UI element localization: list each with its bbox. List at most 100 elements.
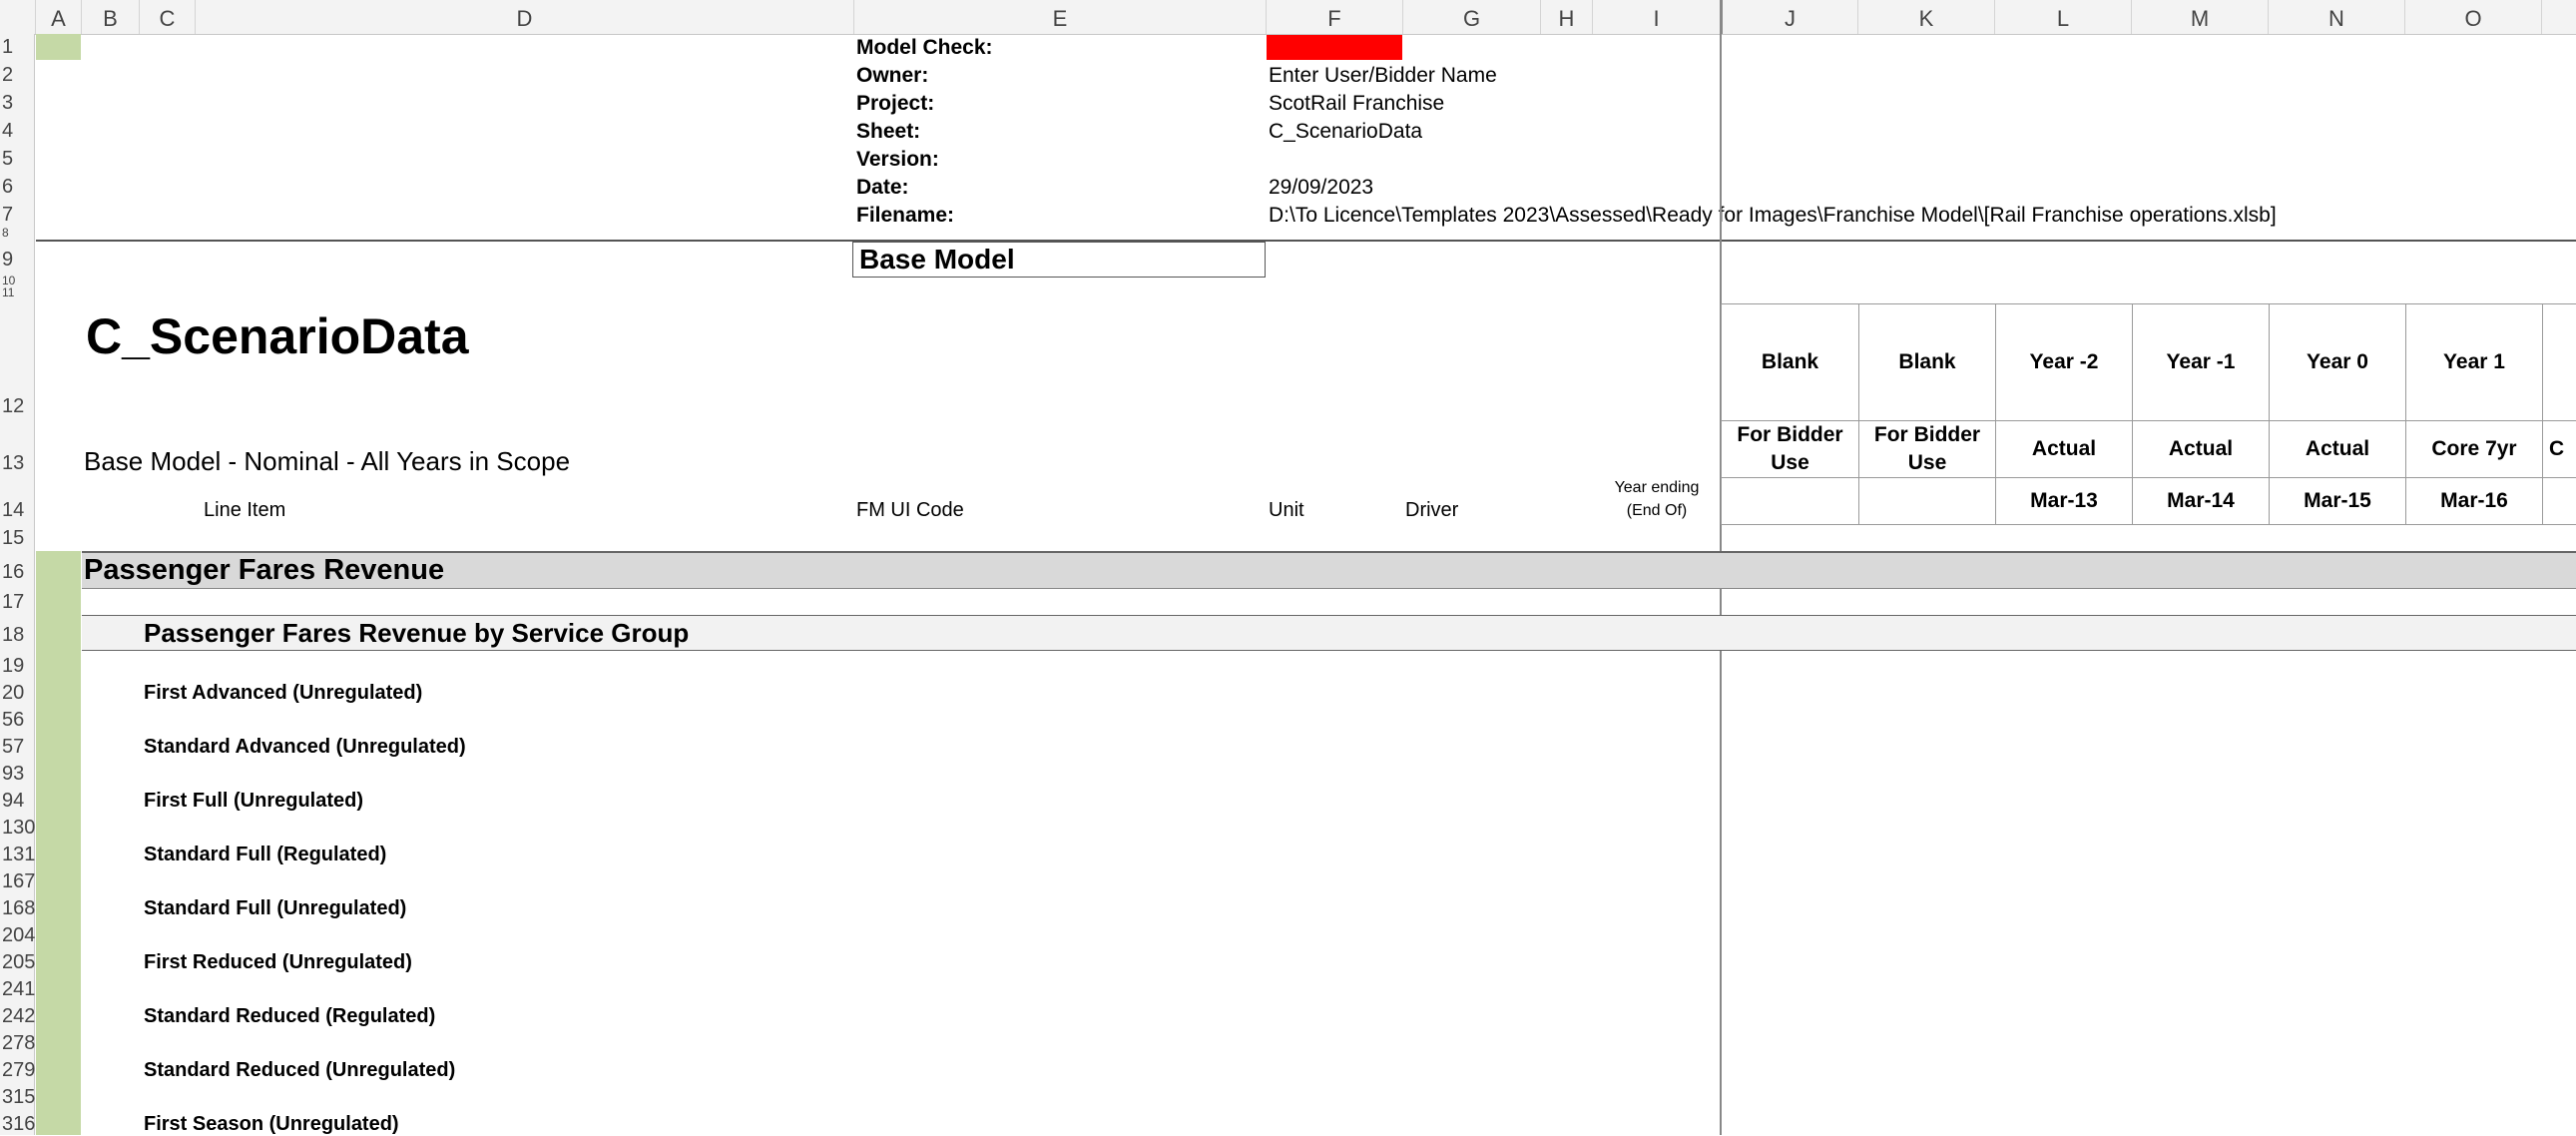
year-col-5-mid[interactable]: Actual [2269, 420, 2406, 478]
column-header-l[interactable]: L [1995, 0, 2132, 34]
sheet-subtitle: Base Model - Nominal - All Years in Scop… [84, 446, 571, 476]
year-col-6-mid[interactable]: Core 7yr [2405, 420, 2543, 478]
year-col-3-mid[interactable]: Actual [1995, 420, 2133, 478]
line-item[interactable]: Standard Reduced (Unregulated) [144, 1059, 455, 1082]
row-marker-column[interactable] [36, 551, 81, 1135]
row-number[interactable]: 19 [0, 655, 34, 678]
sheet-value[interactable]: C_ScenarioData [1269, 120, 1422, 144]
column-header-j[interactable]: J [1721, 0, 1858, 34]
year-col-6-bottom[interactable]: Mar-16 [2405, 477, 2543, 525]
year-col-4-bottom[interactable]: Mar-14 [2132, 477, 2270, 525]
section-band[interactable] [82, 551, 2576, 589]
header-divider [36, 240, 2576, 242]
year-col-5-bottom[interactable]: Mar-15 [2269, 477, 2406, 525]
year-col-7-top[interactable] [2542, 303, 2576, 421]
column-header-m[interactable]: M [2132, 0, 2269, 34]
row-number[interactable]: 278 [0, 1032, 35, 1055]
year-col-2-top[interactable]: Blank [1858, 303, 1996, 421]
column-header-g[interactable]: G [1403, 0, 1541, 34]
row-number[interactable]: 5 [0, 148, 34, 171]
year-col-1-top[interactable]: Blank [1721, 303, 1859, 421]
row-number[interactable]: 18 [0, 624, 34, 647]
row-number[interactable]: 13 [0, 452, 34, 475]
row-number[interactable]: 15 [0, 527, 34, 550]
year-col-5-top[interactable]: Year 0 [2269, 303, 2406, 421]
column-header-b[interactable]: B [82, 0, 140, 34]
version-label: Version: [856, 148, 939, 171]
base-model-box[interactable]: Base Model [852, 242, 1266, 278]
year-ending-header: Year ending [1614, 479, 1700, 496]
line-item[interactable]: Standard Full (Regulated) [144, 844, 386, 866]
line-item[interactable]: Standard Reduced (Regulated) [144, 1005, 435, 1028]
row-number[interactable]: 11 [0, 285, 34, 299]
year-col-7-mid[interactable]: C [2542, 420, 2576, 478]
row-number[interactable]: 7 [0, 204, 34, 227]
year-col-3-top[interactable]: Year -2 [1995, 303, 2133, 421]
row-number[interactable]: 9 [0, 249, 34, 272]
row-number[interactable]: 204 [0, 924, 35, 947]
year-col-1-bottom[interactable] [1721, 477, 1859, 525]
column-header-k[interactable]: K [1858, 0, 1995, 34]
column-header-d[interactable]: D [196, 0, 854, 34]
row-number[interactable]: 56 [0, 709, 34, 732]
row-number[interactable]: 8 [0, 226, 34, 240]
subsection-title: Passenger Fares Revenue by Service Group [144, 618, 690, 648]
line-item[interactable]: First Season (Unregulated) [144, 1113, 399, 1136]
column-header-n[interactable]: N [2269, 0, 2405, 34]
row-marker-cell[interactable] [36, 34, 81, 60]
column-header-e[interactable]: E [854, 0, 1267, 34]
column-header-i[interactable]: I [1593, 0, 1721, 34]
line-item[interactable]: First Advanced (Unregulated) [144, 682, 422, 705]
column-header-o[interactable]: O [2405, 0, 2542, 34]
project-label: Project: [856, 92, 935, 115]
year-col-2-bottom[interactable] [1858, 477, 1996, 525]
row-number[interactable]: 316 [0, 1113, 35, 1136]
year-col-3-bottom[interactable]: Mar-13 [1995, 477, 2133, 525]
filename-value[interactable]: D:\To Licence\Templates 2023\Assessed\Re… [1269, 204, 2277, 228]
column-header-c[interactable]: C [140, 0, 196, 34]
year-col-4-top[interactable]: Year -1 [2132, 303, 2270, 421]
column-header-h[interactable]: H [1541, 0, 1593, 34]
row-number[interactable]: 242 [0, 1005, 35, 1028]
select-all-corner[interactable] [0, 0, 36, 34]
year-col-7-bottom[interactable] [2542, 477, 2576, 525]
row-number[interactable]: 168 [0, 897, 35, 920]
column-header-p-partial[interactable] [2542, 0, 2576, 34]
row-number[interactable]: 93 [0, 763, 34, 786]
line-item[interactable]: First Full (Unregulated) [144, 790, 363, 813]
column-header-a[interactable]: A [36, 0, 82, 34]
project-value[interactable]: ScotRail Franchise [1269, 92, 1444, 116]
owner-value[interactable]: Enter User/Bidder Name [1269, 64, 1497, 88]
owner-label: Owner: [856, 64, 929, 87]
line-item[interactable]: First Reduced (Unregulated) [144, 951, 412, 974]
row-number[interactable]: 279 [0, 1059, 35, 1082]
row-number[interactable]: 315 [0, 1086, 35, 1109]
row-number[interactable]: 241 [0, 978, 35, 1001]
date-value[interactable]: 29/09/2023 [1269, 176, 1373, 200]
year-col-4-mid[interactable]: Actual [2132, 420, 2270, 478]
row-number[interactable]: 130 [0, 817, 35, 840]
row-number[interactable]: 14 [0, 499, 34, 522]
line-item[interactable]: Standard Full (Unregulated) [144, 897, 406, 920]
row-number[interactable]: 12 [0, 395, 34, 418]
row-number[interactable]: 1 [0, 36, 34, 59]
row-number[interactable]: 16 [0, 561, 34, 584]
row-number[interactable]: 3 [0, 92, 34, 115]
column-header-f[interactable]: F [1267, 0, 1403, 34]
row-number[interactable]: 17 [0, 591, 34, 614]
row-number[interactable]: 2 [0, 64, 34, 87]
year-col-1-mid[interactable]: For Bidder Use [1721, 420, 1859, 478]
row-number[interactable]: 167 [0, 870, 35, 893]
date-label: Date: [856, 176, 909, 199]
line-item[interactable]: Standard Advanced (Unregulated) [144, 736, 466, 759]
row-number[interactable]: 20 [0, 682, 34, 705]
row-number[interactable]: 4 [0, 120, 34, 143]
year-col-6-top[interactable]: Year 1 [2405, 303, 2543, 421]
year-col-2-mid[interactable]: For Bidder Use [1858, 420, 1996, 478]
row-number[interactable]: 205 [0, 951, 35, 974]
row-number[interactable]: 6 [0, 176, 34, 199]
model-check-indicator[interactable] [1267, 35, 1402, 60]
row-number[interactable]: 94 [0, 790, 34, 813]
row-number[interactable]: 57 [0, 736, 34, 759]
row-number[interactable]: 131 [0, 844, 35, 866]
